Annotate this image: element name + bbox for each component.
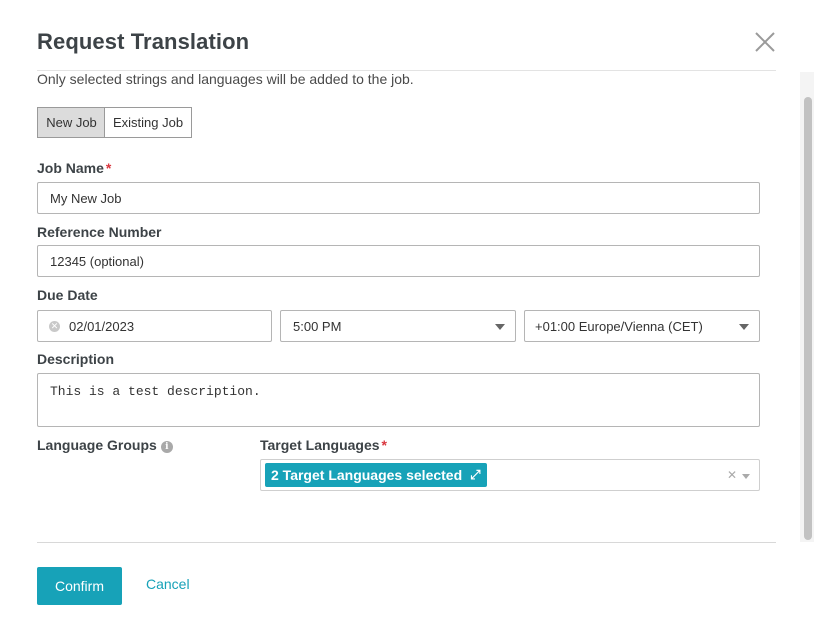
reference-number-label: Reference Number bbox=[37, 224, 162, 240]
language-groups-label-text: Language Groups bbox=[37, 437, 157, 453]
timezone-value: +01:00 Europe/Vienna (CET) bbox=[535, 318, 703, 334]
clear-selection-icon[interactable]: ✕ bbox=[727, 468, 737, 482]
close-button[interactable] bbox=[753, 30, 777, 54]
new-job-toggle[interactable]: New Job bbox=[37, 107, 105, 138]
job-name-input[interactable]: My New Job bbox=[37, 182, 760, 214]
target-languages-tag[interactable]: 2 Target Languages selected ⤢ bbox=[265, 463, 487, 487]
description-label: Description bbox=[37, 351, 115, 367]
close-icon bbox=[755, 32, 775, 52]
existing-job-toggle[interactable]: Existing Job bbox=[104, 107, 192, 138]
info-icon[interactable]: i bbox=[160, 441, 173, 453]
target-languages-select[interactable]: 2 Target Languages selected ⤢ ✕ bbox=[260, 459, 760, 491]
target-languages-tag-text: 2 Target Languages selected bbox=[271, 467, 463, 483]
language-groups-label: Language Groups i bbox=[37, 437, 173, 453]
due-time-value: 5:00 PM bbox=[293, 318, 342, 334]
timezone-select[interactable]: +01:00 Europe/Vienna (CET) bbox=[524, 310, 760, 342]
due-time-select[interactable]: 5:00 PM bbox=[280, 310, 516, 342]
chevron-down-icon bbox=[739, 324, 749, 330]
due-date-label: Due Date bbox=[37, 287, 98, 303]
expand-icon[interactable]: ⤢ bbox=[470, 467, 480, 483]
required-mark: * bbox=[105, 160, 112, 176]
cancel-link[interactable]: Cancel bbox=[146, 576, 190, 592]
due-date-value: 02/01/2023 bbox=[69, 318, 135, 334]
job-name-label-text: Job Name bbox=[37, 160, 104, 176]
required-mark: * bbox=[381, 437, 387, 453]
description-textarea[interactable]: This is a test description. bbox=[37, 373, 760, 427]
confirm-button[interactable]: Confirm bbox=[37, 567, 122, 605]
target-languages-label-text: Target Languages bbox=[260, 437, 380, 453]
chevron-down-icon bbox=[495, 324, 505, 330]
job-name-label: Job Name * bbox=[37, 160, 111, 176]
scrollbar-thumb[interactable] bbox=[804, 97, 812, 540]
chevron-down-icon[interactable] bbox=[742, 474, 750, 479]
clear-date-icon[interactable]: ✕ bbox=[49, 320, 60, 332]
reference-number-value: 12345 (optional) bbox=[50, 253, 144, 269]
footer-divider bbox=[37, 542, 776, 543]
modal-title: Request Translation bbox=[37, 29, 250, 54]
modal-subtitle: Only selected strings and languages will… bbox=[37, 71, 414, 87]
reference-number-input[interactable]: 12345 (optional) bbox=[37, 245, 760, 277]
job-name-value: My New Job bbox=[50, 190, 122, 206]
target-languages-label: Target Languages * bbox=[260, 437, 387, 453]
due-date-input[interactable]: ✕ 02/01/2023 bbox=[37, 310, 272, 342]
